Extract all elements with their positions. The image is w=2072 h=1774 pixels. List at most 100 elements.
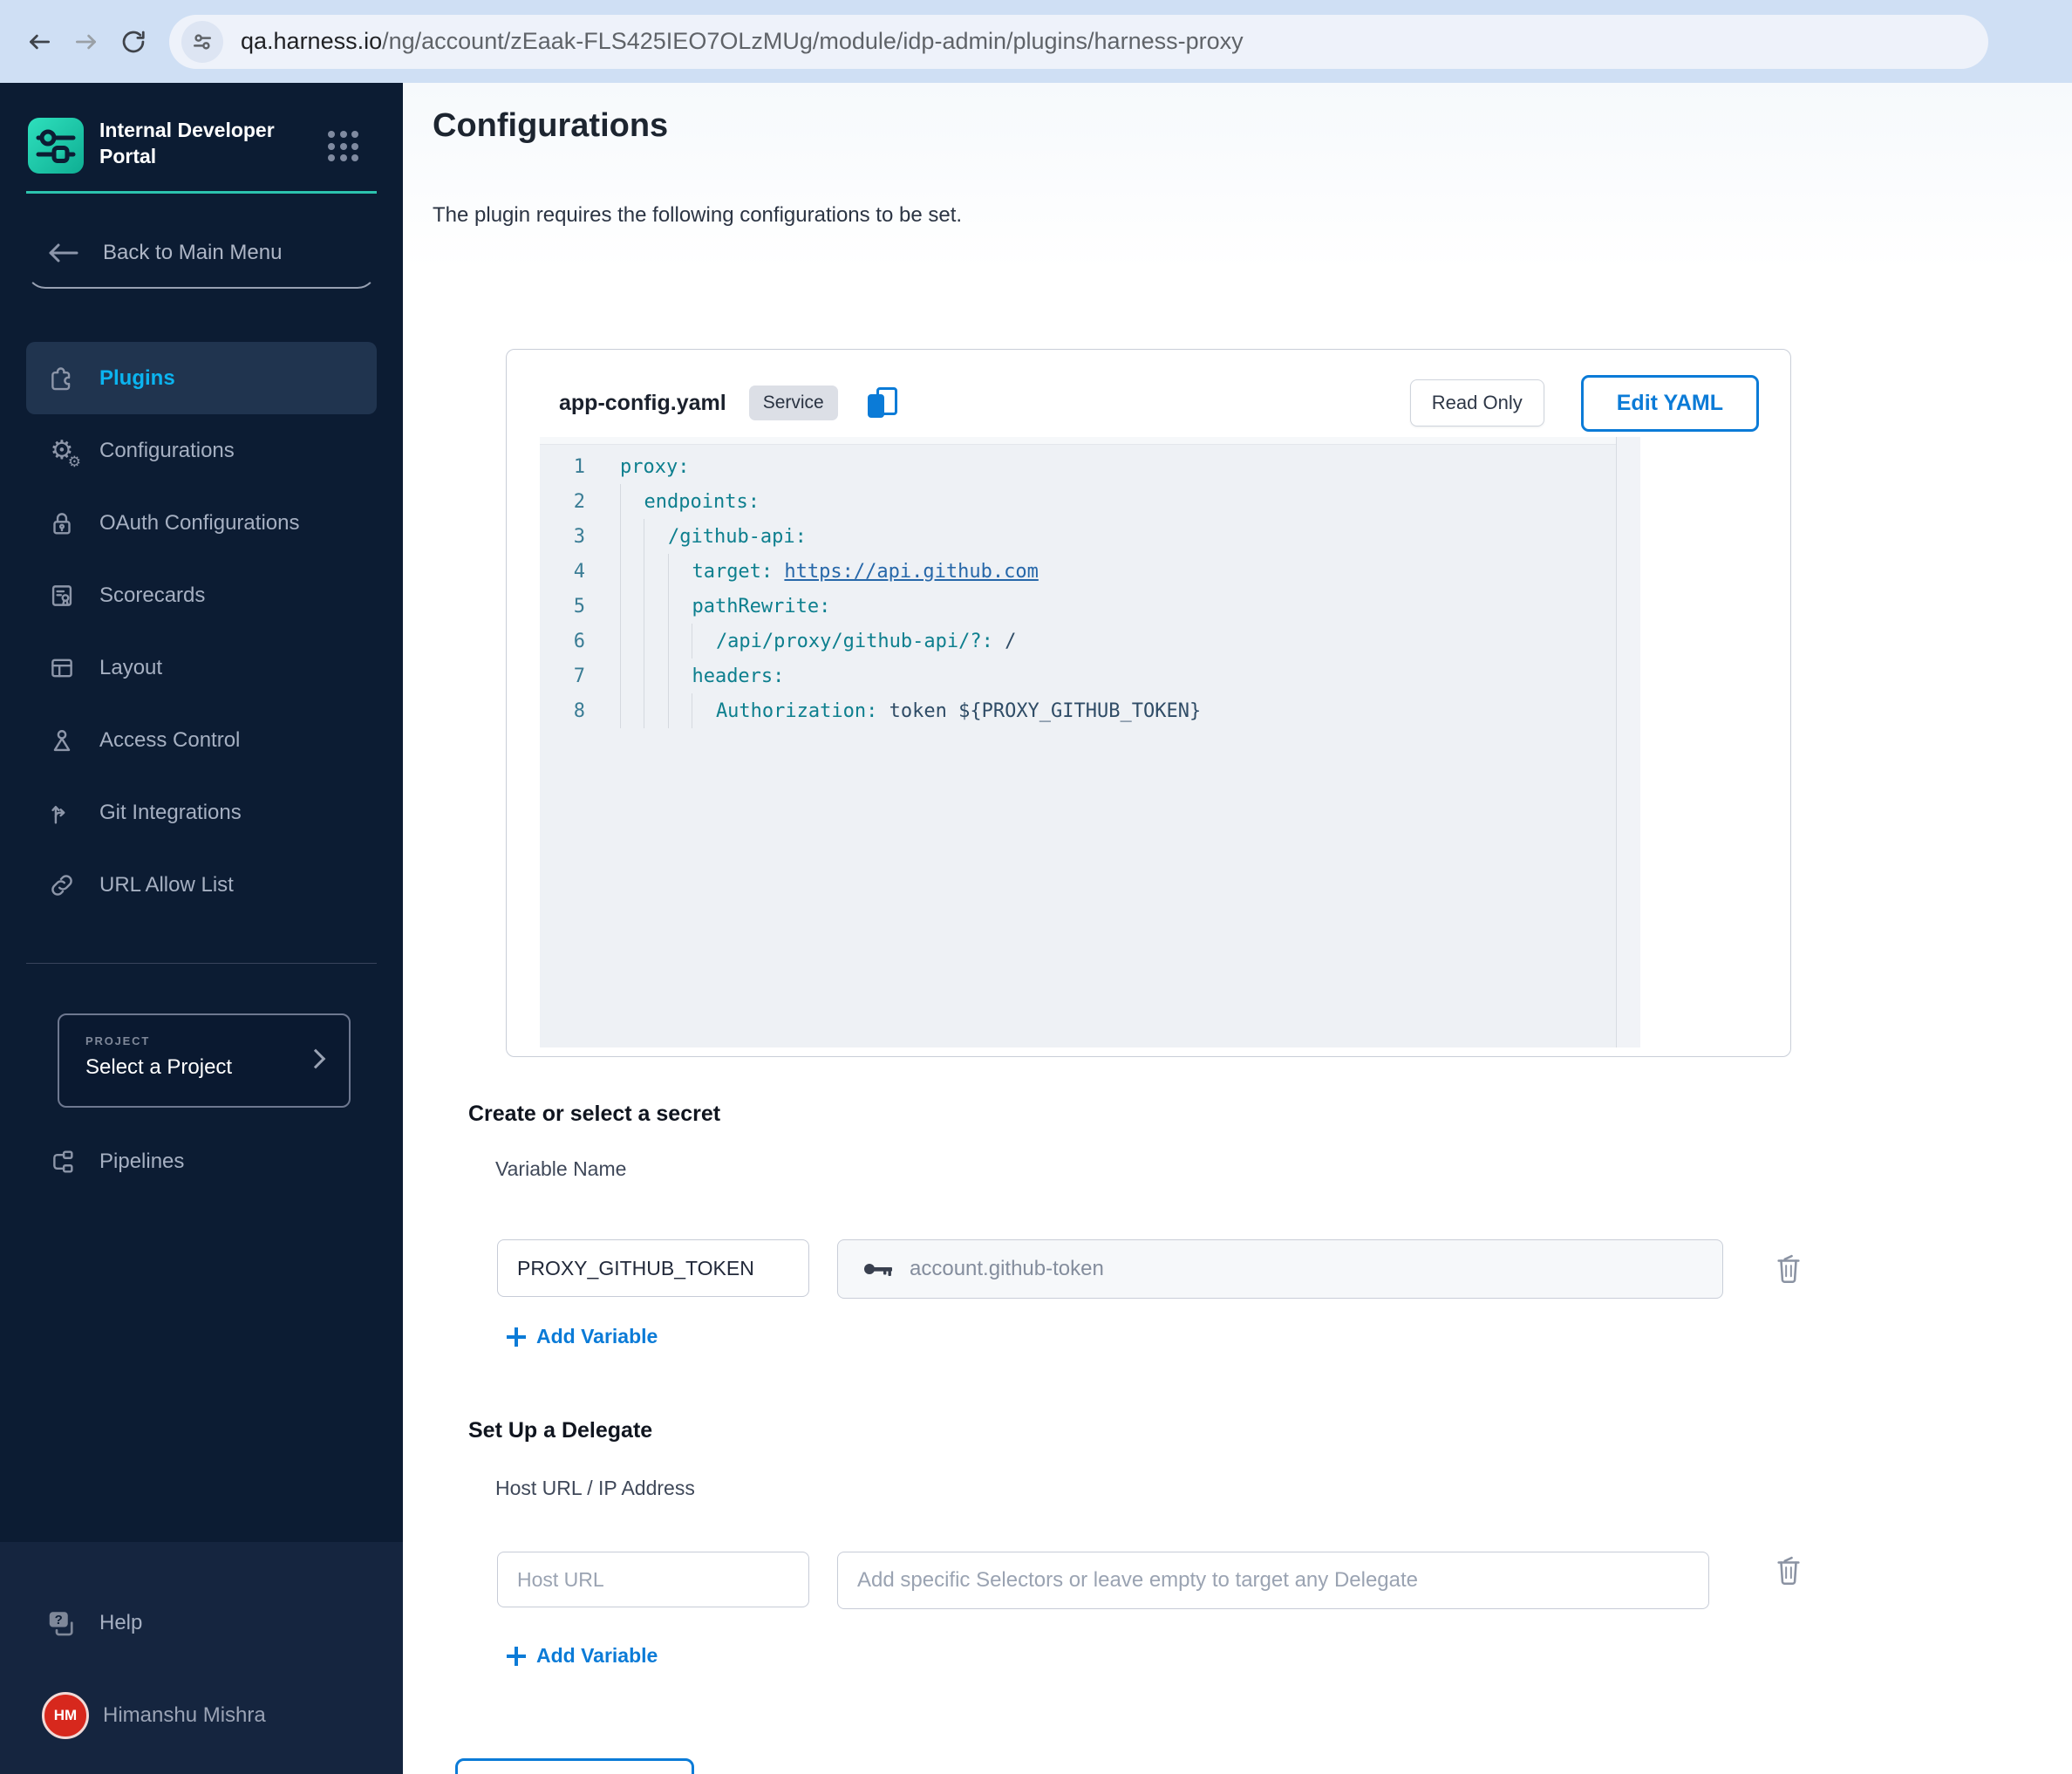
- add-variable-button-secret[interactable]: Add Variable: [507, 1325, 658, 1348]
- indent-guide: [667, 589, 692, 624]
- indent-guide: [644, 658, 667, 693]
- yaml-token: pathRewrite:: [692, 595, 831, 617]
- scorecard-icon: [45, 579, 78, 612]
- indent-guide: [620, 658, 644, 693]
- file-name: app-config.yaml: [559, 390, 726, 415]
- code-lines: 1 proxy: 2 endpoints: 3/github-api: 4 target: …: [540, 449, 1612, 728]
- back-label: Back to Main Menu: [103, 241, 283, 264]
- copy-icon[interactable]: [867, 387, 897, 419]
- trash-icon[interactable]: [1774, 1553, 1803, 1586]
- avatar: HM: [42, 1692, 89, 1739]
- sidebar-item-pipelines[interactable]: Pipelines: [45, 1145, 184, 1178]
- yaml-link[interactable]: https://api.github.com: [784, 561, 1038, 583]
- forward-icon[interactable]: [63, 18, 110, 65]
- yaml-token: token ${PROXY_GITHUB_TOKEN}: [877, 699, 1202, 722]
- sidebar-divider: [26, 963, 377, 964]
- sidebar-item-oauth-configurations[interactable]: OAuth Configurations: [0, 487, 403, 559]
- apps-grid-icon[interactable]: [328, 131, 359, 162]
- line-number: 2: [573, 490, 585, 513]
- help-button[interactable]: ? Help: [45, 1607, 142, 1640]
- pipelines-label: Pipelines: [99, 1150, 185, 1173]
- yaml-token: [773, 561, 784, 583]
- yaml-card-header: app-config.yaml Service Read Only Edit Y…: [559, 372, 1759, 433]
- code-line: 3/github-api:: [540, 519, 1612, 554]
- help-icon: ?: [45, 1607, 78, 1640]
- yaml-token: /github-api:: [667, 525, 807, 548]
- indent-guide: [644, 624, 667, 658]
- host-url-input[interactable]: [497, 1552, 809, 1607]
- sidebar-item-label: Git Integrations: [99, 800, 242, 824]
- yaml-token: /api/proxy/github-api/?:: [715, 630, 993, 652]
- code-line: 8 Authorization: token ${PROXY_GITHUB_TOK…: [540, 693, 1612, 728]
- link-icon: [45, 869, 78, 902]
- yaml-token: target:: [692, 560, 774, 583]
- indent-guide: [667, 554, 692, 589]
- sidebar-item-layout[interactable]: Layout: [0, 631, 403, 704]
- pipelines-icon: [45, 1145, 78, 1178]
- indent-guide: [620, 693, 644, 728]
- reload-icon[interactable]: [110, 18, 157, 65]
- browser-chrome: qa.harness.io/ng/account/zEaak-FLS425IEO…: [0, 0, 2072, 85]
- gears-icon: ⚙ ⚙: [50, 434, 81, 471]
- secret-reference-value: account.github-token: [910, 1257, 1104, 1280]
- indent-guide: [644, 693, 667, 728]
- indent-guide: [667, 624, 692, 658]
- app-title: Internal Developer Portal: [99, 119, 275, 167]
- editor-scrollbar-track[interactable]: [1617, 437, 1640, 1047]
- sidebar-nav: Plugins ⚙ ⚙ Configurations OAuth Configurati…: [0, 342, 403, 921]
- trash-icon[interactable]: [1774, 1252, 1803, 1285]
- user-name: Himanshu Mishra: [103, 1703, 266, 1727]
- branch-icon: [45, 796, 78, 829]
- sidebar-item-url-allow-list[interactable]: URL Allow List: [0, 849, 403, 921]
- indent-guide: [620, 589, 644, 624]
- sidebar-item-configurations[interactable]: ⚙ ⚙ Configurations: [0, 414, 403, 487]
- url-path: /ng/account/zEaak-FLS425IEO7OLzMUg/modul…: [382, 28, 1244, 54]
- variable-name-input[interactable]: [497, 1239, 809, 1297]
- read-only-button[interactable]: Read Only: [1409, 379, 1544, 426]
- delegate-selectors-input[interactable]: [837, 1552, 1709, 1609]
- yaml-card: app-config.yaml Service Read Only Edit Y…: [506, 349, 1791, 1057]
- sidebar-item-label: OAuth Configurations: [99, 510, 300, 535]
- add-variable-label: Add Variable: [536, 1644, 658, 1667]
- indent-guide: [620, 484, 644, 519]
- sidebar-item-scorecards[interactable]: Scorecards: [0, 559, 403, 631]
- help-label: Help: [99, 1611, 143, 1634]
- project-value: Select a Project: [85, 1055, 233, 1079]
- app-logo-row: Internal Developer Portal: [28, 118, 307, 174]
- sidebar-item-plugins[interactable]: Plugins: [26, 342, 377, 414]
- back-to-main-menu[interactable]: Back to Main Menu: [45, 240, 282, 266]
- site-settings-icon[interactable]: [181, 20, 223, 63]
- sidebar: Internal Developer Portal Back to Main M…: [0, 83, 403, 1774]
- edit-yaml-button[interactable]: Edit YAML: [1580, 374, 1759, 432]
- back-icon[interactable]: [16, 18, 63, 65]
- sidebar-item-label: URL Allow List: [99, 872, 234, 897]
- yaml-token: headers:: [692, 665, 785, 687]
- user-menu[interactable]: HM Himanshu Mishra: [42, 1692, 266, 1739]
- code-line: 1 proxy:: [540, 449, 1612, 484]
- yaml-token: Authorization:: [715, 699, 878, 722]
- secret-reference-field[interactable]: account.github-token: [837, 1239, 1723, 1299]
- cut-off-action-button[interactable]: [455, 1758, 694, 1774]
- page-title: Configurations: [433, 107, 669, 144]
- code-line: 7 headers:: [540, 658, 1612, 693]
- variable-name-label: Variable Name: [495, 1157, 627, 1180]
- address-bar[interactable]: qa.harness.io/ng/account/zEaak-FLS425IEO…: [169, 14, 1988, 69]
- line-number: 4: [573, 560, 585, 583]
- plus-icon: [507, 1327, 526, 1347]
- service-badge: Service: [748, 386, 838, 420]
- secret-section-heading: Create or select a secret: [468, 1102, 721, 1126]
- page-subtitle: The plugin requires the following config…: [433, 203, 963, 227]
- sidebar-item-label: Scorecards: [99, 583, 206, 607]
- indent-guide: [644, 554, 667, 589]
- sidebar-item-access-control[interactable]: Access Control: [0, 704, 403, 776]
- project-selector[interactable]: PROJECT Select a Project: [58, 1013, 351, 1108]
- yaml-editor[interactable]: 1 proxy: 2 endpoints: 3/github-api: 4 target: …: [540, 437, 1640, 1047]
- plus-icon: [507, 1646, 526, 1666]
- sidebar-item-git-integrations[interactable]: Git Integrations: [0, 776, 403, 849]
- indent-guide: [667, 658, 692, 693]
- url-domain: qa.harness.io: [241, 28, 383, 54]
- indent-guide: [692, 693, 715, 728]
- line-number: 7: [573, 665, 585, 687]
- screen: qa.harness.io/ng/account/zEaak-FLS425IEO…: [0, 0, 2072, 1774]
- add-variable-button-delegate[interactable]: Add Variable: [507, 1644, 658, 1668]
